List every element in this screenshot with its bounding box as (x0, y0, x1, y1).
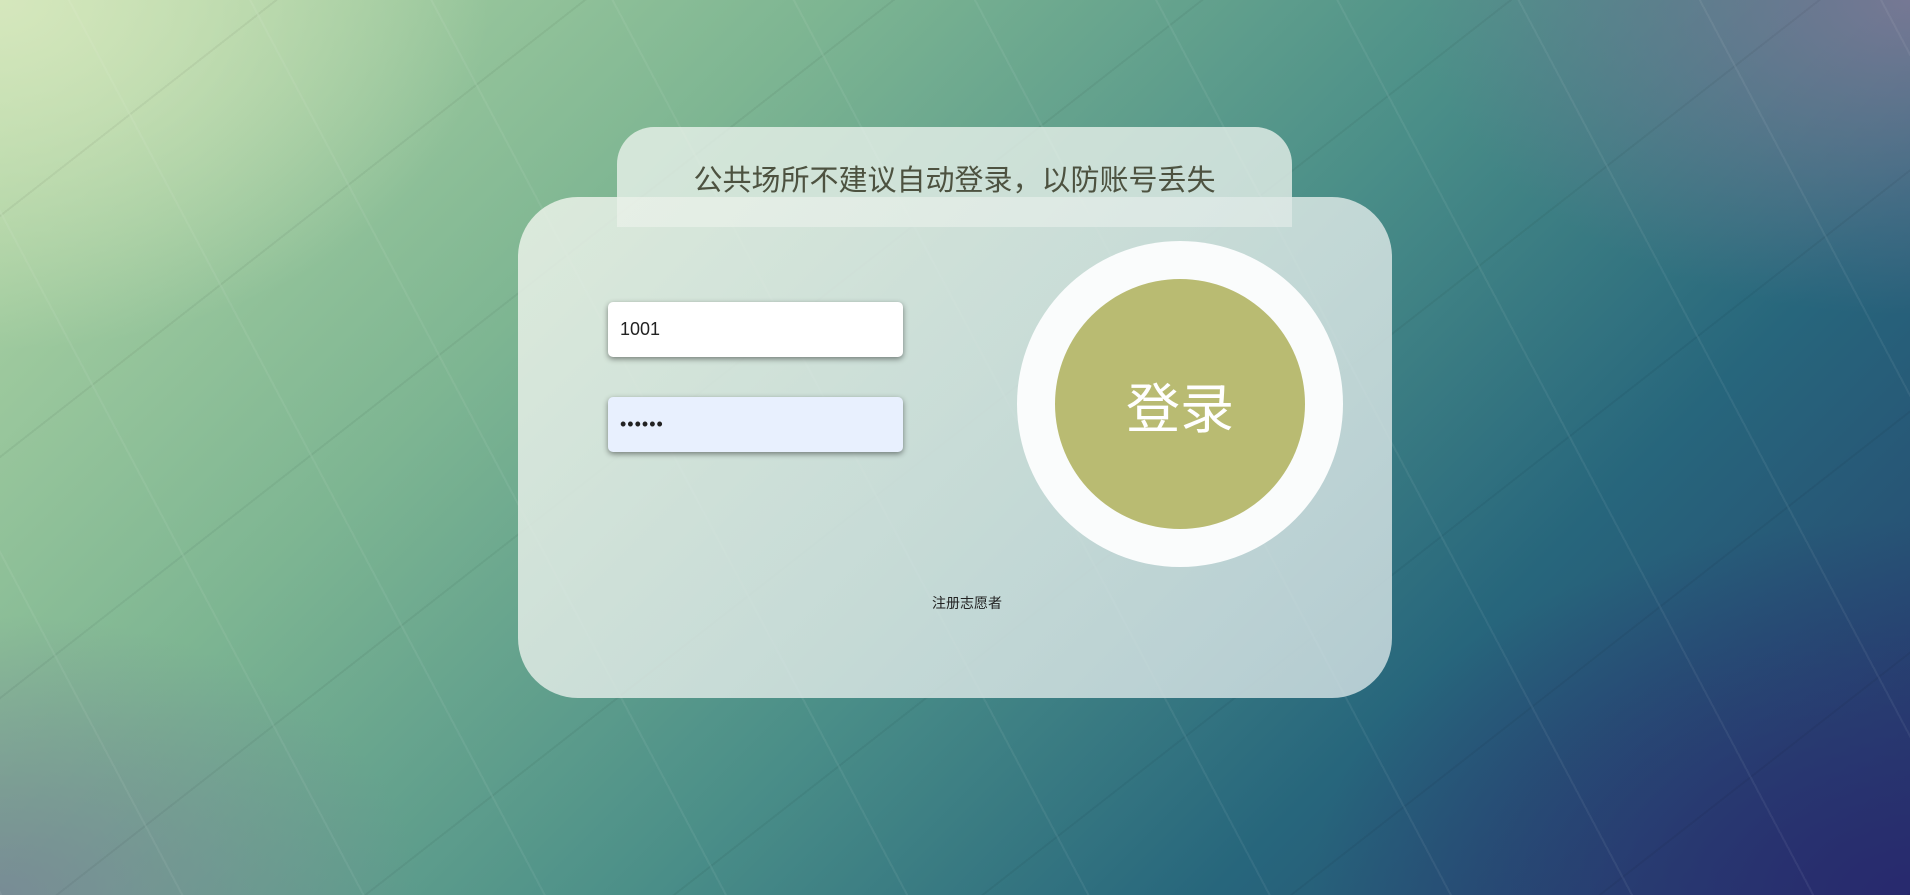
username-input[interactable] (608, 302, 903, 357)
register-volunteer-link[interactable]: 注册志愿者 (917, 593, 1017, 613)
password-input[interactable] (608, 397, 903, 452)
notice-text: 公共场所不建议自动登录，以防账号丢失 (693, 163, 1216, 197)
login-button[interactable]: 登录 (1055, 279, 1305, 529)
